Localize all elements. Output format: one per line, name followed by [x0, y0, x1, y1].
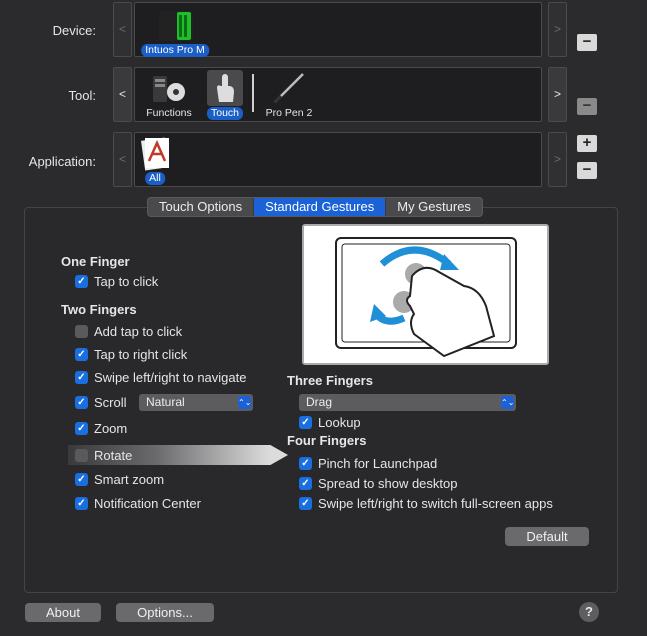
tab-touch-options[interactable]: Touch Options	[148, 198, 255, 216]
option-swipe-navigate[interactable]: ✓ Swipe left/right to navigate	[75, 368, 246, 386]
tablet-icon	[159, 11, 193, 41]
three-finger-action-select[interactable]: Drag ⌃⌄	[299, 394, 516, 411]
option-notification-center[interactable]: ✓ Notification Center	[75, 494, 201, 512]
four-fingers-heading: Four Fingers	[287, 433, 367, 448]
tool-label-pen: Pro Pen 2	[265, 107, 313, 119]
option-rotate[interactable]: Rotate	[75, 446, 132, 464]
checkbox-checked-icon[interactable]: ✓	[75, 395, 88, 409]
tool-item-functions[interactable]: Functions	[141, 70, 197, 120]
one-finger-heading: One Finger	[61, 254, 130, 269]
option-label: Smart zoom	[94, 471, 165, 487]
checkbox-unchecked-icon[interactable]	[75, 448, 88, 462]
tool-divider	[252, 74, 254, 112]
device-next-button[interactable]: >	[548, 2, 567, 57]
option-label: Notification Center	[94, 495, 201, 511]
hand-touch-icon	[217, 74, 234, 102]
tool-label-touch: Touch	[206, 107, 244, 120]
option-zoom[interactable]: ✓ Zoom	[75, 419, 127, 437]
help-button[interactable]: ?	[579, 602, 599, 622]
application-next-button[interactable]: >	[548, 132, 567, 187]
option-label: Lookup	[318, 414, 361, 430]
application-prev-button[interactable]: <	[113, 132, 132, 187]
select-value: Natural	[146, 395, 185, 409]
option-label: Scroll	[94, 394, 127, 410]
checkbox-checked-icon[interactable]: ✓	[75, 370, 88, 384]
default-button[interactable]: Default	[505, 527, 589, 546]
option-label: Swipe left/right to switch full-screen a…	[318, 495, 553, 511]
application-add-button[interactable]: +	[577, 135, 597, 152]
three-fingers-heading: Three Fingers	[287, 373, 373, 388]
checkbox-checked-icon[interactable]: ✓	[299, 456, 312, 470]
application-remove-button[interactable]: −	[577, 162, 597, 179]
option-label: Add tap to click	[94, 323, 183, 339]
device-strip: Intuos Pro M	[134, 2, 542, 57]
option-label: Zoom	[94, 420, 128, 436]
tool-remove-button[interactable]: −	[577, 98, 597, 115]
option-label: Spread to show desktop	[318, 475, 458, 491]
checkbox-checked-icon[interactable]: ✓	[299, 415, 312, 429]
tab-standard-gestures[interactable]: Standard Gestures	[254, 198, 387, 216]
option-tap-to-right-click[interactable]: ✓ Tap to right click	[75, 345, 187, 363]
application-item-all[interactable]: All	[137, 135, 173, 185]
device-item-label: Intuos Pro M	[141, 44, 209, 57]
functions-icon	[153, 76, 185, 102]
option-scroll[interactable]: ✓ Scroll	[75, 393, 127, 411]
about-button[interactable]: About	[25, 603, 101, 622]
tool-prev-button[interactable]: <	[113, 67, 132, 122]
checkbox-checked-icon[interactable]: ✓	[75, 472, 88, 486]
application-strip: All	[134, 132, 542, 187]
checkbox-checked-icon[interactable]: ✓	[75, 347, 88, 361]
application-label: Application:	[28, 154, 96, 169]
option-spread-desktop[interactable]: ✓ Spread to show desktop	[299, 474, 457, 492]
checkbox-checked-icon[interactable]: ✓	[299, 476, 312, 490]
options-button[interactable]: Options...	[116, 603, 214, 622]
tab-my-gestures[interactable]: My Gestures	[386, 198, 482, 216]
option-label: Swipe left/right to navigate	[94, 369, 247, 385]
option-label: Pinch for Launchpad	[318, 455, 438, 471]
tool-strip: Functions Touch Pro Pen 2	[134, 67, 542, 122]
option-add-tap-to-click[interactable]: Add tap to click	[75, 322, 182, 340]
chevron-updown-icon: ⌃⌄	[501, 396, 515, 409]
tab-bar: Touch Options Standard Gestures My Gestu…	[147, 197, 483, 217]
option-smart-zoom[interactable]: ✓ Smart zoom	[75, 470, 164, 488]
option-label: Tap to click	[94, 273, 159, 289]
select-value: Drag	[306, 395, 333, 409]
checkbox-checked-icon[interactable]: ✓	[75, 496, 88, 510]
application-item-label: All	[145, 172, 165, 185]
checkbox-checked-icon[interactable]: ✓	[299, 496, 312, 510]
all-apps-icon	[141, 137, 169, 171]
tool-label: Tool:	[68, 88, 96, 103]
device-remove-button[interactable]: −	[577, 34, 597, 51]
option-tap-to-click[interactable]: ✓ Tap to click	[75, 272, 158, 290]
checkbox-unchecked-icon[interactable]	[75, 324, 88, 338]
option-label: Tap to right click	[94, 346, 188, 362]
pen-icon	[273, 73, 304, 104]
two-fingers-heading: Two Fingers	[61, 302, 137, 317]
tool-item-pen[interactable]: Pro Pen 2	[259, 70, 319, 120]
option-label: Rotate	[94, 447, 133, 463]
option-lookup[interactable]: ✓ Lookup	[299, 413, 361, 431]
scroll-direction-select[interactable]: Natural ⌃⌄	[139, 394, 253, 411]
checkbox-checked-icon[interactable]: ✓	[75, 421, 88, 435]
tool-label-functions: Functions	[146, 107, 192, 119]
tool-item-touch[interactable]: Touch	[203, 70, 247, 120]
device-prev-button[interactable]: <	[113, 2, 132, 57]
checkbox-checked-icon[interactable]: ✓	[75, 274, 88, 288]
chevron-updown-icon: ⌃⌄	[238, 396, 252, 409]
rotate-gesture-illustration	[335, 237, 517, 358]
option-swipe-fullscreen[interactable]: ✓ Swipe left/right to switch full-screen…	[299, 494, 553, 512]
device-item[interactable]: Intuos Pro M	[137, 5, 213, 57]
gesture-preview	[302, 224, 549, 365]
device-label: Device:	[52, 23, 96, 38]
tool-next-button[interactable]: >	[548, 67, 567, 122]
option-pinch-launchpad[interactable]: ✓ Pinch for Launchpad	[299, 454, 437, 472]
